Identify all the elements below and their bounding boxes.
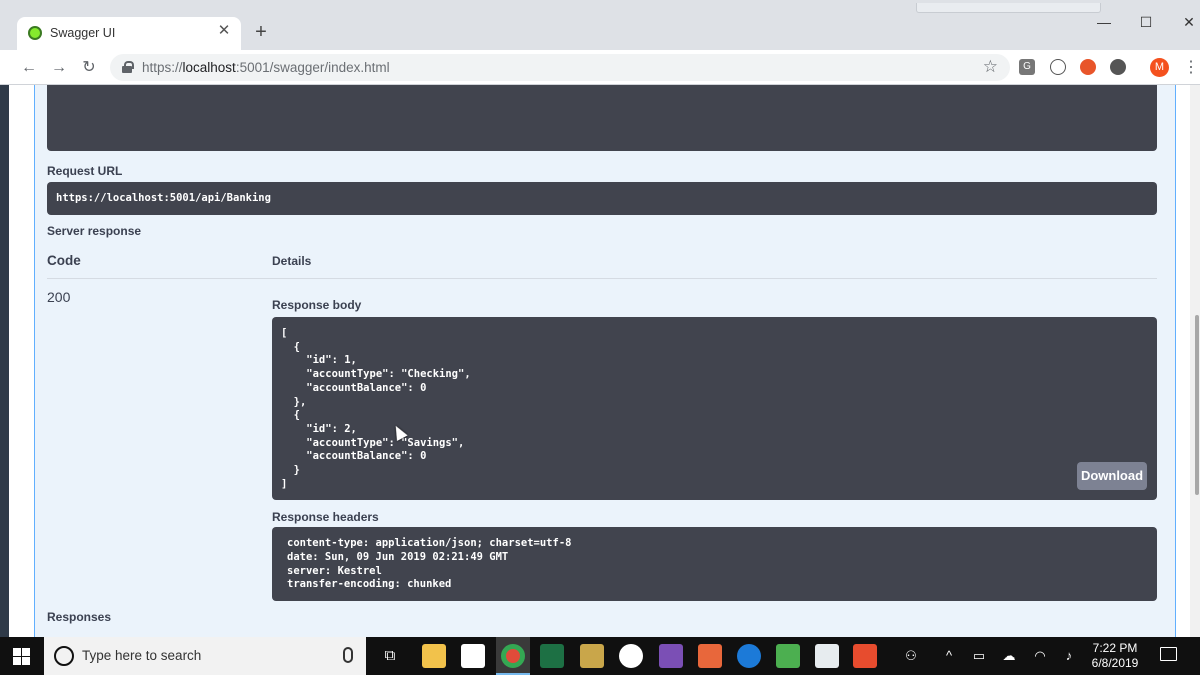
browser-titlebar: Swagger UI ✕ + — ☐ ✕ <box>0 0 1200 50</box>
back-arrow-icon[interactable]: ← <box>18 57 40 79</box>
people-icon[interactable]: ⚇ <box>903 648 919 664</box>
response-body-block: [ { "id": 1, "accountType": "Checking", … <box>272 317 1157 500</box>
background-window-field <box>916 3 1101 13</box>
minimize-button[interactable]: — <box>1092 12 1116 32</box>
response-body-json: [ { "id": 1, "accountType": "Checking", … <box>281 327 471 490</box>
new-tab-button[interactable]: + <box>250 21 272 43</box>
details-column-header: Details <box>272 254 312 268</box>
wifi-icon[interactable]: ◠ <box>1032 648 1048 664</box>
taskbar-search-placeholder: Type here to search <box>82 648 202 663</box>
snipping-tool-icon[interactable] <box>580 644 604 668</box>
response-body-label: Response body <box>272 298 362 312</box>
reload-icon[interactable]: ↻ <box>78 57 100 79</box>
onedrive-cloud-icon[interactable]: ☁ <box>1001 648 1017 664</box>
close-window-button[interactable]: ✕ <box>1177 12 1200 32</box>
page-viewport: Request URL https://localhost:5001/api/B… <box>0 85 1200 637</box>
response-headers-block: content-type: application/json; charset=… <box>272 527 1157 601</box>
chrome-icon[interactable] <box>501 644 525 668</box>
lock-icon <box>122 61 134 73</box>
task-view-icon[interactable]: ⧉ <box>382 648 398 664</box>
clock-date: 6/8/2019 <box>1091 656 1139 670</box>
windows-start-icon[interactable] <box>13 648 30 665</box>
file-explorer-icon[interactable] <box>422 644 446 668</box>
table-divider <box>47 278 1157 279</box>
windows-taskbar: Type here to search ⧉ ⚇ ^ ▭ ☁ ◠ ♪ 7:22 P… <box>0 637 1200 675</box>
browser-tab[interactable]: Swagger UI ✕ <box>17 17 241 50</box>
action-center-icon[interactable] <box>1160 647 1177 661</box>
scrollbar-thumb[interactable] <box>1195 315 1199 495</box>
clock-time: 7:22 PM <box>1092 641 1138 655</box>
curl-code-block <box>47 85 1157 151</box>
bookmark-star-icon[interactable]: ☆ <box>983 57 998 77</box>
address-bar[interactable]: https://localhost:5001/swagger/index.htm… <box>110 54 1010 81</box>
status-code: 200 <box>47 289 71 305</box>
browser-toolbar: ← → ↻ https://localhost:5001/swagger/ind… <box>0 50 1200 85</box>
address-url: https://localhost:5001/swagger/index.htm… <box>142 60 390 75</box>
download-button[interactable]: Download <box>1077 462 1147 490</box>
visual-studio-icon[interactable] <box>659 644 683 668</box>
package-icon[interactable] <box>698 644 722 668</box>
tab-close-icon[interactable]: ✕ <box>215 22 233 40</box>
background-window-edge <box>0 85 9 637</box>
extension-orange-icon[interactable] <box>1080 59 1096 75</box>
slack-icon[interactable] <box>619 644 643 668</box>
mail-icon[interactable] <box>461 644 485 668</box>
profile-avatar[interactable]: M <box>1150 58 1169 77</box>
microphone-icon[interactable] <box>343 647 353 663</box>
extension-g-icon[interactable]: G <box>1019 59 1035 75</box>
response-headers-label: Response headers <box>272 510 379 524</box>
recorder-icon[interactable] <box>853 644 877 668</box>
tab-title: Swagger UI <box>50 26 116 40</box>
chrome-menu-icon[interactable]: ⋮ <box>1183 57 1199 77</box>
request-url-label: Request URL <box>47 164 123 178</box>
volume-icon[interactable]: ♪ <box>1061 648 1077 664</box>
taskbar-clock[interactable]: 7:22 PM 6/8/2019 <box>1082 641 1148 671</box>
server-response-label: Server response <box>47 224 142 238</box>
cortana-icon[interactable] <box>54 646 74 666</box>
excel-icon[interactable] <box>540 644 564 668</box>
swagger-favicon-icon <box>28 26 42 40</box>
camtasia-icon[interactable] <box>776 644 800 668</box>
app-window-icon[interactable] <box>815 644 839 668</box>
responses-heading: Responses <box>47 610 112 624</box>
code-column-header: Code <box>47 253 81 268</box>
extension-circle-icon[interactable] <box>1110 59 1126 75</box>
taskbar-search-box[interactable]: Type here to search <box>44 637 366 675</box>
tray-chevron-icon[interactable]: ^ <box>941 648 957 664</box>
request-url-value: https://localhost:5001/api/Banking <box>47 182 1157 215</box>
forward-arrow-icon[interactable]: → <box>48 57 70 79</box>
extension-link-icon[interactable] <box>1050 59 1066 75</box>
maximize-button[interactable]: ☐ <box>1134 12 1158 32</box>
response-headers-text: content-type: application/json; charset=… <box>287 537 572 591</box>
battery-icon[interactable]: ▭ <box>971 648 987 664</box>
edge-icon[interactable] <box>737 644 761 668</box>
